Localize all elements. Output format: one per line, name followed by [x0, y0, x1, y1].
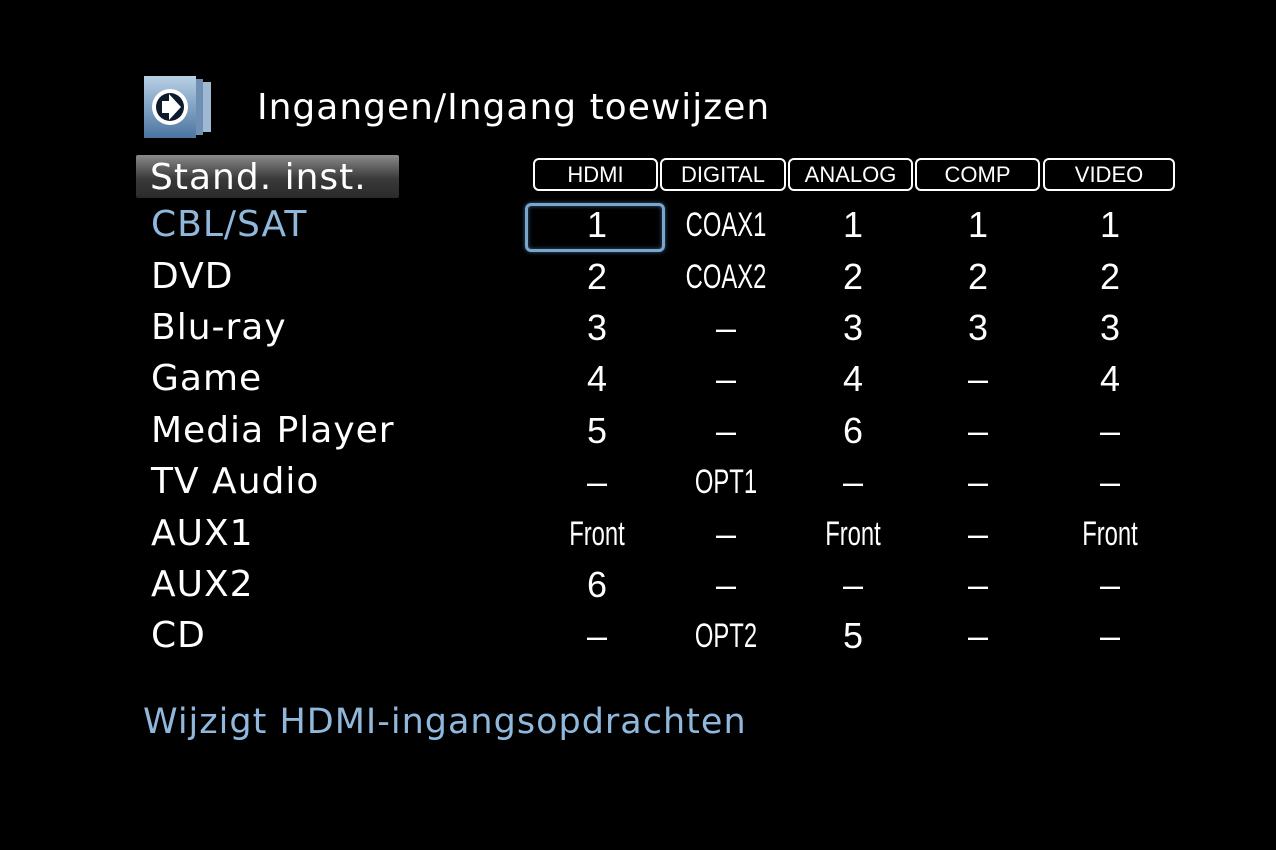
row-label-aux1[interactable]: AUX1 [151, 512, 254, 556]
page-title: Ingangen/Ingang toewijzen [257, 87, 771, 128]
cell-comp-4[interactable]: – [913, 357, 1043, 401]
column-header-video: VIDEO [1043, 158, 1175, 191]
cell-hdmi-5[interactable]: 5 [532, 409, 662, 453]
cell-digital-1[interactable]: COAX1 [681, 203, 772, 247]
row-label-cd[interactable]: CD [151, 614, 206, 658]
cell-analog-2[interactable]: 2 [788, 255, 918, 299]
row-label-media-player[interactable]: Media Player [151, 409, 395, 453]
cell-hdmi-3[interactable]: 3 [532, 306, 662, 350]
row-label-game[interactable]: Game [151, 357, 262, 401]
setup-arrow-icon [143, 76, 215, 138]
cell-hdmi-4[interactable]: 4 [532, 357, 662, 401]
column-header-hdmi: HDMI [533, 158, 658, 191]
cell-video-3[interactable]: 3 [1045, 306, 1175, 350]
cell-comp-9[interactable]: – [913, 614, 1043, 658]
cell-digital-8[interactable]: – [661, 563, 791, 607]
row-label-tv-audio[interactable]: TV Audio [151, 460, 319, 504]
row-label-blu-ray[interactable]: Blu-ray [151, 306, 287, 350]
cell-digital-4[interactable]: – [661, 357, 791, 401]
cell-analog-7[interactable]: Front [808, 512, 899, 556]
cell-comp-5[interactable]: – [913, 409, 1043, 453]
cell-digital-2[interactable]: COAX2 [681, 255, 772, 299]
cell-hdmi-8[interactable]: 6 [532, 563, 662, 607]
cell-video-1[interactable]: 1 [1045, 203, 1175, 247]
cell-comp-2[interactable]: 2 [913, 255, 1043, 299]
column-header-comp: COMP [915, 158, 1040, 191]
cell-analog-1[interactable]: 1 [788, 203, 918, 247]
row-label-dvd[interactable]: DVD [151, 255, 233, 299]
cell-analog-3[interactable]: 3 [788, 306, 918, 350]
cell-comp-6[interactable]: – [913, 460, 1043, 504]
cell-comp-8[interactable]: – [913, 563, 1043, 607]
row-label-aux2[interactable]: AUX2 [151, 563, 254, 607]
cell-video-7[interactable]: Front [1065, 512, 1156, 556]
cell-hdmi-9[interactable]: – [532, 614, 662, 658]
cell-comp-1[interactable]: 1 [913, 203, 1043, 247]
cell-analog-8[interactable]: – [788, 563, 918, 607]
cell-video-2[interactable]: 2 [1045, 255, 1175, 299]
cell-comp-3[interactable]: 3 [913, 306, 1043, 350]
cell-analog-9[interactable]: 5 [788, 614, 918, 658]
cell-video-6[interactable]: – [1045, 460, 1175, 504]
selection-cursor [525, 203, 665, 252]
column-header-digital: DIGITAL [660, 158, 786, 191]
default-settings-button[interactable]: Stand. inst. [136, 155, 399, 198]
cell-digital-5[interactable]: – [661, 409, 791, 453]
column-header-analog: ANALOG [788, 158, 913, 191]
cell-hdmi-2[interactable]: 2 [532, 255, 662, 299]
cell-video-8[interactable]: – [1045, 563, 1175, 607]
cell-video-9[interactable]: – [1045, 614, 1175, 658]
cell-analog-4[interactable]: 4 [788, 357, 918, 401]
cell-analog-6[interactable]: – [788, 460, 918, 504]
help-text: Wijzigt HDMI-ingangsopdrachten [143, 702, 747, 742]
cell-analog-5[interactable]: 6 [788, 409, 918, 453]
cell-digital-7[interactable]: – [661, 512, 791, 556]
cell-video-4[interactable]: 4 [1045, 357, 1175, 401]
cell-digital-6[interactable]: OPT1 [681, 460, 772, 504]
cell-digital-9[interactable]: OPT2 [681, 614, 772, 658]
cell-hdmi-7[interactable]: Front [552, 512, 643, 556]
cell-hdmi-6[interactable]: – [532, 460, 662, 504]
cell-video-5[interactable]: – [1045, 409, 1175, 453]
cell-digital-3[interactable]: – [661, 306, 791, 350]
row-label-cbl-sat[interactable]: CBL/SAT [151, 203, 307, 247]
cell-comp-7[interactable]: – [913, 512, 1043, 556]
